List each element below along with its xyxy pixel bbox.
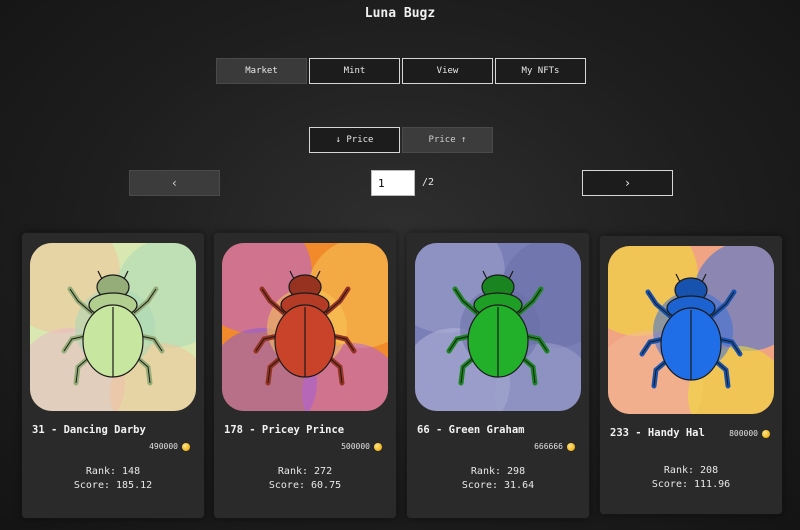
- coin-icon: [567, 442, 575, 451]
- nft-name: 66 - Green Graham: [417, 424, 525, 436]
- nav-mint-button[interactable]: Mint: [309, 58, 400, 84]
- nft-artwork: [30, 243, 196, 411]
- prev-page-button[interactable]: ‹: [129, 170, 220, 196]
- nft-price: 666666: [534, 442, 575, 451]
- sort-price-asc-button[interactable]: Price ↑: [402, 127, 493, 153]
- nft-price: 490000: [149, 442, 190, 451]
- nft-rank: Rank: 208: [663, 465, 719, 476]
- nft-score: Score: 60.75: [268, 480, 342, 491]
- nft-card[interactable]: 31 - Dancing Darby 490000 Rank: 148 Score…: [22, 233, 204, 518]
- nav-view-button[interactable]: View: [402, 58, 493, 84]
- page-total: /2: [422, 177, 435, 188]
- page-number-input[interactable]: [371, 170, 415, 196]
- nft-name: 233 - Handy Hal: [610, 427, 705, 439]
- nft-rank: Rank: 272: [277, 466, 333, 477]
- nft-name: 31 - Dancing Darby: [32, 424, 146, 436]
- coin-icon: [762, 429, 770, 438]
- nav-market-button[interactable]: Market: [216, 58, 307, 84]
- nft-card[interactable]: 66 - Green Graham 666666 Rank: 298 Score:…: [407, 233, 589, 518]
- nft-score: Score: 31.64: [461, 480, 535, 491]
- nft-artwork: [608, 246, 774, 414]
- nft-rank: Rank: 298: [470, 466, 526, 477]
- nft-score: Score: 185.12: [73, 480, 153, 491]
- app-title: Luna Bugz: [364, 6, 436, 21]
- nft-card[interactable]: 233 - Handy Hal 800000 Rank: 208 Score: 1…: [600, 236, 782, 514]
- sort-price-desc-button[interactable]: ↓ Price: [309, 127, 400, 153]
- nft-price: 800000: [729, 429, 770, 438]
- nft-artwork: [222, 243, 388, 411]
- nft-price: 500000: [341, 442, 382, 451]
- next-page-button[interactable]: ›: [582, 170, 673, 196]
- coin-icon: [182, 442, 190, 451]
- coin-icon: [374, 442, 382, 451]
- nft-card[interactable]: 178 - Pricey Prince 500000 Rank: 272 Scor…: [214, 233, 396, 518]
- nft-artwork: [415, 243, 581, 411]
- nft-score: Score: 111.96: [651, 479, 731, 490]
- nft-name: 178 - Pricey Prince: [224, 424, 345, 436]
- nav-my-nfts-button[interactable]: My NFTs: [495, 58, 586, 84]
- nft-rank: Rank: 148: [85, 466, 141, 477]
